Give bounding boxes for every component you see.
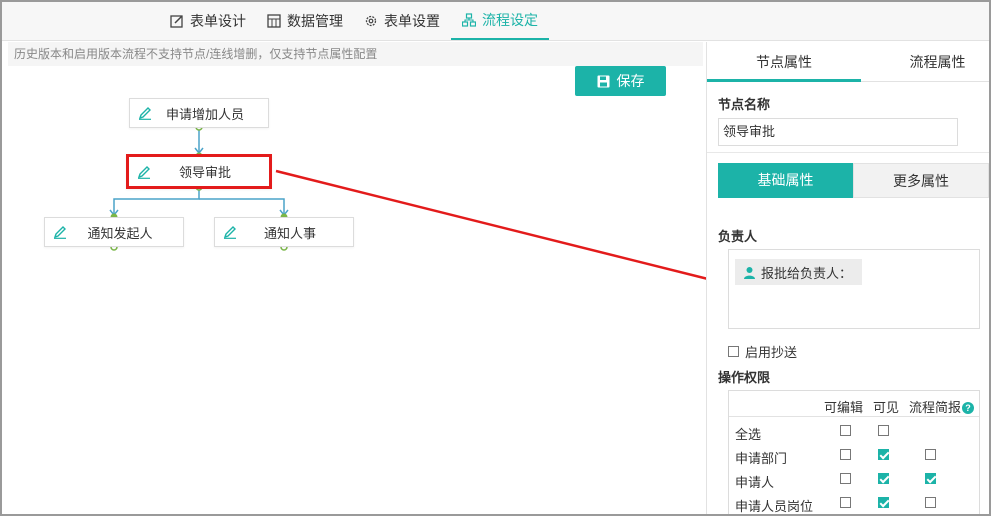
permissions-header: 可编辑 可见 流程简报? <box>729 391 979 417</box>
row-name: 申请人 <box>735 475 775 490</box>
checkbox-brief[interactable] <box>925 473 936 484</box>
row-name: 申请部门 <box>735 451 788 466</box>
node-label: 领导审批 <box>178 165 231 180</box>
pencil-icon <box>137 165 150 179</box>
tab-label: 数据管理 <box>287 13 343 29</box>
node-label: 通知发起人 <box>87 225 153 241</box>
checkbox-edit[interactable] <box>840 425 851 436</box>
table-row: 全选 <box>729 419 979 443</box>
flow-node-apply[interactable]: 申请增加人员 <box>129 98 269 128</box>
floppy-disk-icon <box>597 75 609 87</box>
checkbox-visible[interactable] <box>878 449 889 460</box>
divider <box>707 152 989 153</box>
tab-node-properties[interactable]: 节点属性 <box>707 42 861 82</box>
owner-chip-label: 报批给负责人： <box>761 265 853 281</box>
pencil-icon <box>223 226 236 239</box>
col-brief: 流程简报? <box>909 397 975 416</box>
tab-form-design[interactable]: 表单设计 <box>170 2 246 40</box>
tab-form-settings[interactable]: 表单设置 <box>364 2 440 40</box>
properties-panel: 节点属性 流程属性 节点名称 领导审批 基础属性 更多属性 负责人 报批给负责人… <box>706 42 989 514</box>
row-name: 全选 <box>735 427 762 442</box>
node-name-input[interactable]: 领导审批 <box>718 118 958 146</box>
table-row: 申请部门 <box>729 443 979 467</box>
save-label: 保存 <box>616 73 645 89</box>
checkbox-edit[interactable] <box>840 497 851 508</box>
checkbox-visible[interactable] <box>878 497 889 508</box>
node-label: 申请增加人员 <box>165 106 244 122</box>
col-visible: 可见 <box>873 400 900 415</box>
segment-basic-properties[interactable]: 基础属性 <box>718 163 853 198</box>
tab-data-management[interactable]: 数据管理 <box>267 2 343 40</box>
enable-cc-row[interactable]: 启用抄送 <box>728 342 797 361</box>
tab-flow-settings[interactable]: 流程设定 <box>451 2 549 40</box>
pencil-icon <box>138 107 151 120</box>
flow-node-notify-initiator[interactable]: 通知发起人 <box>44 217 184 247</box>
connector-arrow <box>279 209 289 217</box>
owner-chip[interactable]: 报批给负责人： <box>735 259 863 285</box>
tab-label: 表单设计 <box>190 13 246 29</box>
col-editable: 可编辑 <box>824 400 864 415</box>
node-name-label: 节点名称 <box>718 97 771 112</box>
pencil-icon <box>53 226 66 239</box>
checkbox-brief[interactable] <box>925 497 936 508</box>
permissions-label: 操作权限 <box>718 370 771 385</box>
permissions-table: 可编辑 可见 流程简报? 全选 申请部门 申请人 申请人员岗位 <box>728 390 980 514</box>
connector-line <box>113 189 200 215</box>
top-tab-bar: 表单设计 数据管理 表单设置 流程设定 <box>2 2 989 41</box>
checkbox-edit[interactable] <box>840 473 851 484</box>
flow-node-notify-hr[interactable]: 通知人事 <box>214 217 354 247</box>
tab-flow-properties[interactable]: 流程属性 <box>885 42 989 82</box>
table-row: 申请人 <box>729 467 979 491</box>
enable-cc-checkbox[interactable] <box>728 346 739 357</box>
app-window: 表单设计 数据管理 表单设置 流程设定 历史版本和启用版本流程不支持节点/连线增… <box>0 0 991 516</box>
connector-arrow <box>194 147 204 155</box>
data-grid-icon <box>267 14 281 28</box>
row-name: 申请人员岗位 <box>735 499 814 514</box>
gear-icon <box>365 15 377 27</box>
checkbox-brief[interactable] <box>925 449 936 460</box>
table-row: 申请人员岗位 <box>729 491 979 514</box>
flow-node-leader-approval[interactable]: 领导审批 <box>126 154 272 189</box>
connector-arrow <box>109 209 119 217</box>
owner-label: 负责人 <box>718 229 758 244</box>
enable-cc-label: 启用抄送 <box>745 345 798 360</box>
panel-tabs: 节点属性 流程属性 <box>707 42 989 82</box>
checkbox-edit[interactable] <box>840 449 851 460</box>
owner-box[interactable]: 报批给负责人： <box>728 249 980 329</box>
node-label: 通知人事 <box>263 225 316 241</box>
save-button[interactable]: 保存 <box>575 66 666 96</box>
tab-label: 流程设定 <box>482 12 538 28</box>
col-brief-label: 流程简报 <box>909 400 962 415</box>
help-icon[interactable]: ? <box>962 402 975 414</box>
user-icon <box>744 266 755 279</box>
tab-label: 表单设置 <box>384 13 440 29</box>
edit-square-icon <box>170 15 183 28</box>
connector-line <box>199 198 285 215</box>
read-only-notice: 历史版本和启用版本流程不支持节点/连线增删，仅支持节点属性配置 <box>8 42 703 66</box>
flow-icon <box>462 13 476 27</box>
segment-more-properties[interactable]: 更多属性 <box>853 163 989 198</box>
checkbox-visible[interactable] <box>878 473 889 484</box>
checkbox-visible[interactable] <box>878 425 889 436</box>
